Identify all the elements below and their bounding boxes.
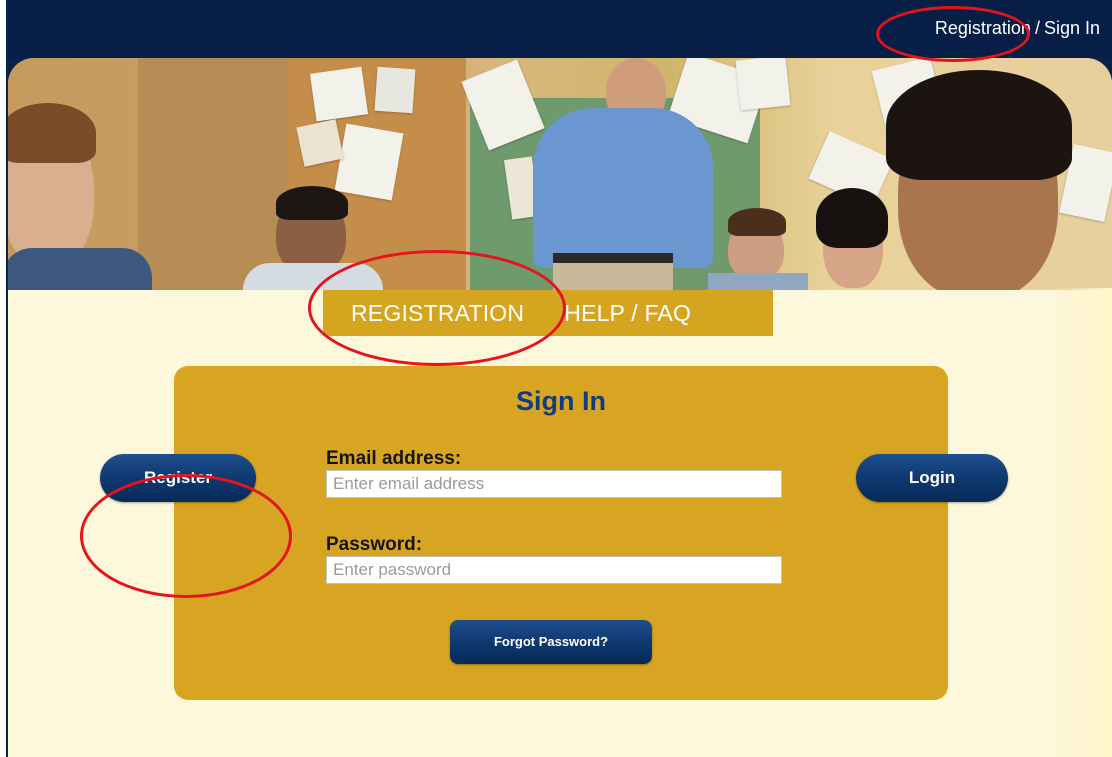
- tab-help-faq[interactable]: HELP / FAQ: [544, 300, 711, 327]
- email-field[interactable]: [326, 470, 782, 498]
- link-separator: /: [1034, 18, 1040, 38]
- forgot-password-button[interactable]: Forgot Password?: [450, 620, 652, 664]
- top-navigation-bar: Registration / Sign In: [8, 0, 1112, 58]
- sign-in-title: Sign In: [516, 386, 606, 416]
- password-label: Password:: [326, 534, 423, 555]
- registration-link[interactable]: Registration: [935, 18, 1031, 38]
- register-button[interactable]: Register: [100, 454, 256, 502]
- hero-banner-image: [8, 58, 1112, 290]
- email-label: Email address:: [326, 448, 462, 469]
- sign-in-link[interactable]: Sign In: [1044, 18, 1100, 38]
- password-field[interactable]: [326, 556, 782, 584]
- account-links: Registration / Sign In: [935, 18, 1100, 39]
- tab-registration[interactable]: REGISTRATION: [323, 300, 544, 327]
- login-button[interactable]: Login: [856, 454, 1008, 502]
- main-nav-tabs: REGISTRATION HELP / FAQ: [323, 290, 773, 336]
